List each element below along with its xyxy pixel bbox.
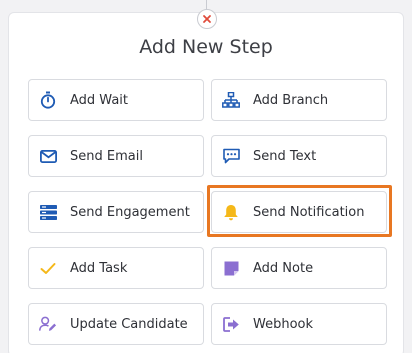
send-email-label: Send Email	[70, 148, 143, 164]
add-wait-button[interactable]: Add Wait	[28, 79, 204, 121]
update-candidate-label: Update Candidate	[70, 316, 188, 332]
add-step-panel	[8, 12, 404, 353]
send-notification-button[interactable]: Send Notification	[211, 191, 387, 233]
check-icon	[39, 259, 57, 277]
dialog-title: Add New Step	[139, 36, 273, 58]
add-task-button[interactable]: Add Task	[28, 247, 204, 289]
user-edit-icon	[39, 315, 57, 333]
webhook-icon	[222, 315, 240, 333]
bell-icon	[222, 203, 240, 221]
email-icon	[39, 147, 57, 165]
close-button[interactable]	[197, 9, 217, 29]
webhook-button[interactable]: Webhook	[211, 303, 387, 345]
chat-icon	[222, 147, 240, 165]
stopwatch-icon	[39, 91, 57, 109]
add-wait-label: Add Wait	[70, 92, 128, 108]
send-text-button[interactable]: Send Text	[211, 135, 387, 177]
add-branch-button[interactable]: Add Branch	[211, 79, 387, 121]
send-email-button[interactable]: Send Email	[28, 135, 204, 177]
close-icon	[202, 14, 212, 24]
send-engagement-label: Send Engagement	[70, 204, 190, 220]
add-note-label: Add Note	[253, 260, 314, 276]
send-notification-label: Send Notification	[253, 204, 365, 220]
branch-icon	[222, 91, 240, 109]
add-branch-label: Add Branch	[253, 92, 329, 108]
engagement-icon	[39, 203, 57, 221]
add-note-button[interactable]: Add Note	[211, 247, 387, 289]
send-text-label: Send Text	[253, 148, 317, 164]
webhook-label: Webhook	[253, 316, 314, 332]
update-candidate-button[interactable]: Update Candidate	[28, 303, 204, 345]
note-icon	[222, 259, 240, 277]
add-task-label: Add Task	[70, 260, 128, 276]
send-engagement-button[interactable]: Send Engagement	[28, 191, 204, 233]
